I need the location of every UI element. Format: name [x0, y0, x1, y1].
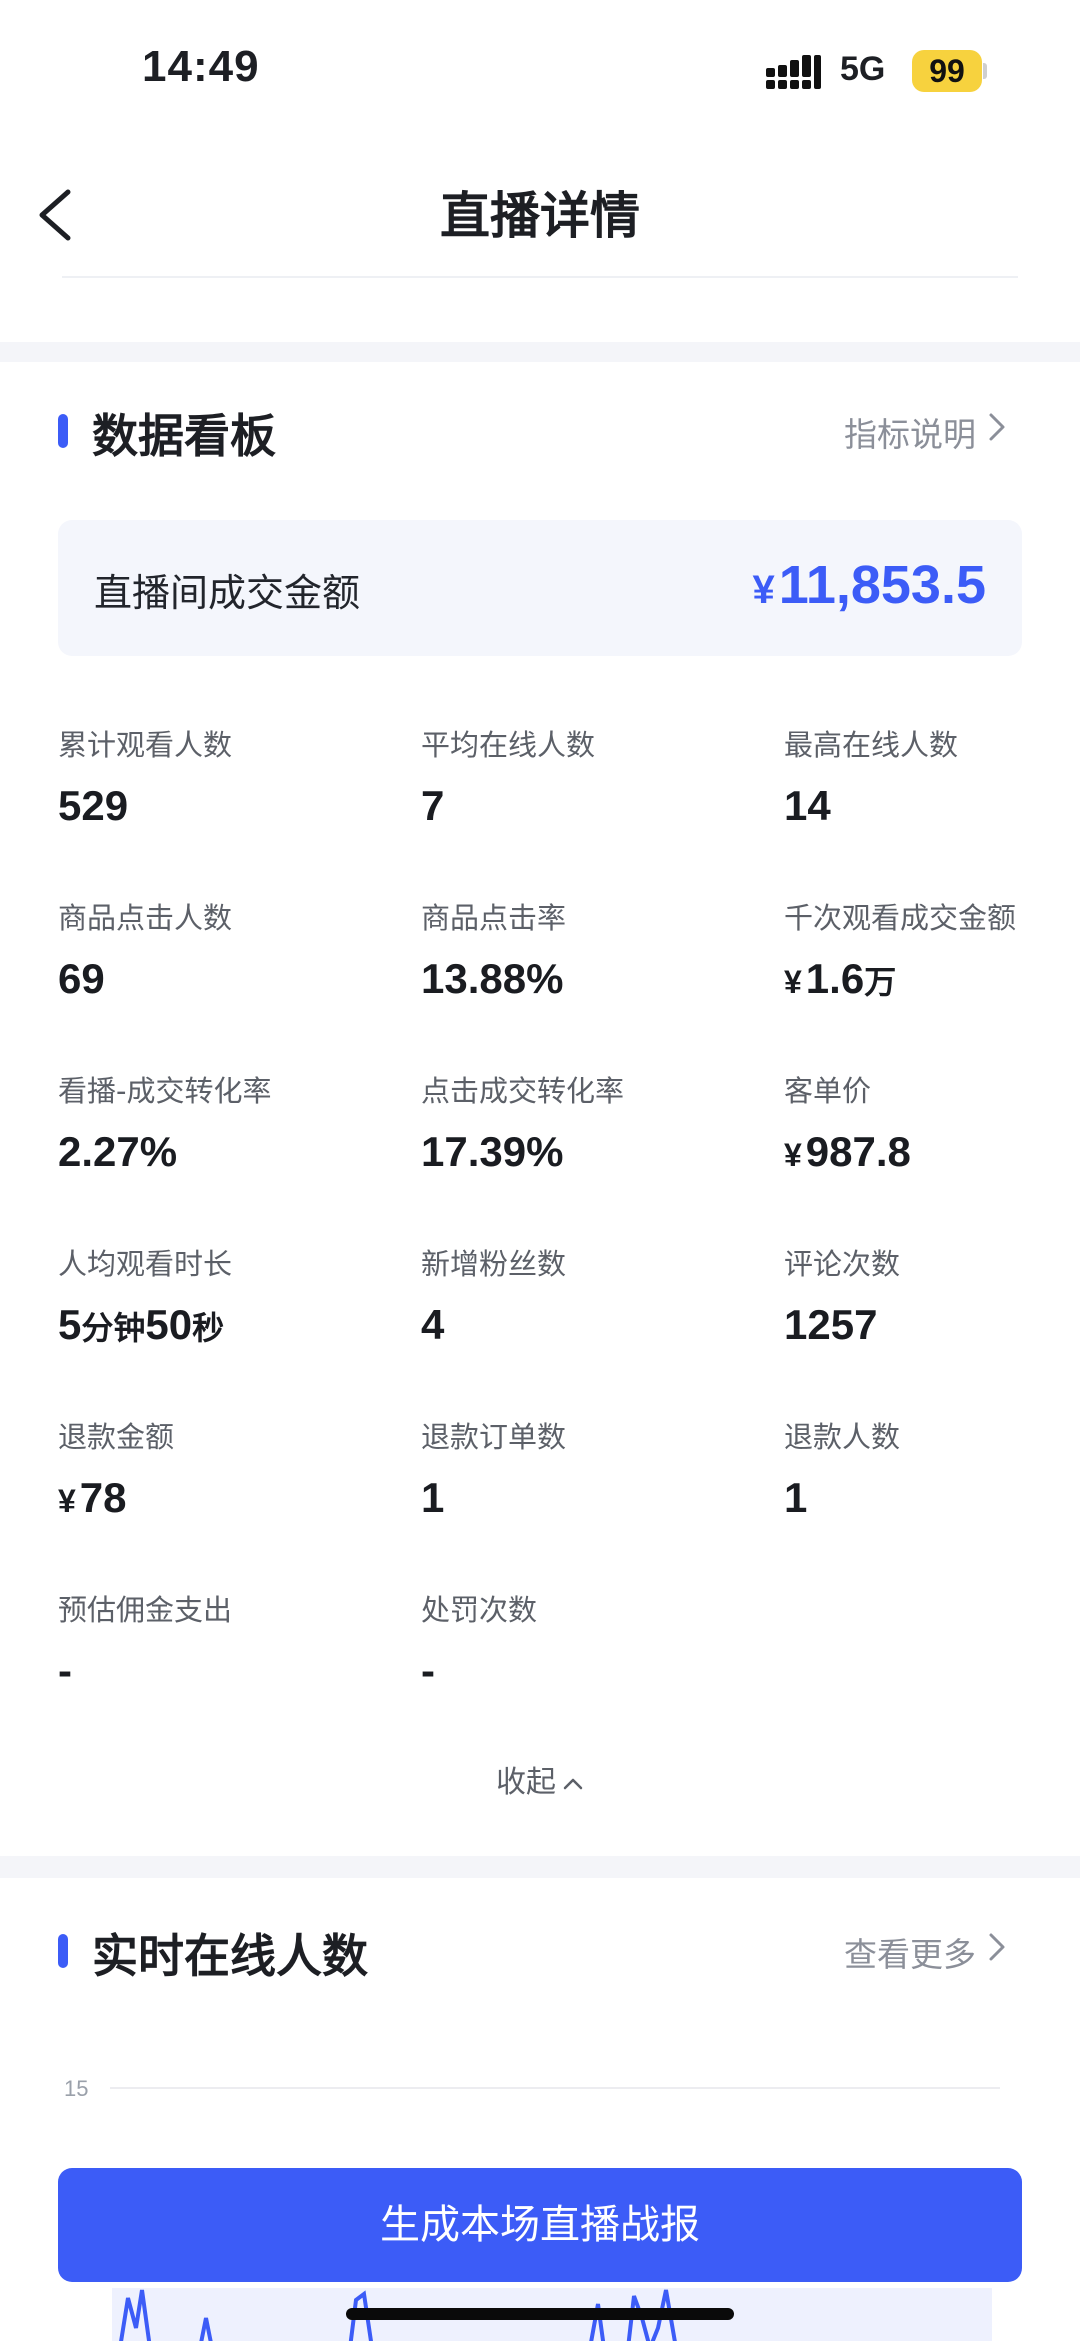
metric-label: 千次观看成交金额	[784, 901, 1017, 935]
nav-bar: 直播详情	[0, 140, 1080, 276]
signal-icon	[766, 55, 821, 89]
metric-value: 69	[58, 955, 105, 1002]
metric-minutes: 5	[58, 1301, 82, 1348]
metric-label: 处罚次数	[421, 1593, 538, 1627]
metric-value: ¥1.6万	[784, 955, 1080, 1003]
metric-value: -	[421, 1647, 435, 1694]
metric-gpm: 千次观看成交金额 ¥1.6万	[784, 895, 1080, 1045]
metric-product-clickers: 商品点击人数 69	[58, 895, 378, 1045]
metric-label: 看播-成交转化率	[58, 1074, 272, 1108]
metric-label: 平均在线人数	[421, 728, 596, 762]
metric-value: 14	[784, 782, 831, 829]
gmv-value: ¥11,853.5	[753, 554, 986, 616]
collapse-label: 收起	[496, 1765, 556, 1800]
section-accent-bar	[58, 414, 68, 448]
metric-value: 17.39%	[421, 1128, 564, 1175]
gmv-amount: 11,853.5	[778, 555, 986, 615]
metric-label: 退款订单数	[421, 1420, 567, 1454]
metric-label: 商品点击率	[421, 901, 567, 935]
metric-value: 13.88%	[421, 955, 564, 1002]
metric-unit: 秒	[192, 1309, 225, 1347]
metric-label: 商品点击人数	[58, 901, 233, 935]
card-remnant	[0, 276, 1080, 342]
metric-est-commission: 预估佣金支出 -	[58, 1587, 378, 1737]
y-tick-label: 15	[64, 2076, 88, 2101]
metric-label: 退款金额	[58, 1420, 175, 1454]
metric-total-viewers: 累计观看人数 529	[58, 722, 378, 872]
metric-label: 评论次数	[784, 1247, 901, 1281]
metric-value: 5分钟50秒	[58, 1301, 378, 1349]
currency-symbol: ¥	[58, 1483, 76, 1519]
metric-refund-users: 退款人数 1	[784, 1414, 1080, 1564]
network-type: 5G	[840, 50, 886, 88]
status-time: 14:49	[142, 42, 260, 91]
metric-peak-online: 最高在线人数 14	[784, 722, 1080, 872]
metric-unit: 分钟	[81, 1309, 146, 1347]
metric-new-followers: 新增粉丝数 4	[421, 1241, 741, 1391]
metric-product-ctr: 商品点击率 13.88%	[421, 895, 741, 1045]
metric-value: 1	[784, 1474, 808, 1521]
metric-comments: 评论次数 1257	[784, 1241, 1080, 1391]
metric-amount: 78	[79, 1474, 127, 1521]
dashboard-panel: 数据看板 指标说明 直播间成交金额 ¥11,853.5 累计观看人数 529 平…	[0, 362, 1080, 1856]
metric-label: 退款人数	[784, 1420, 901, 1454]
metric-label: 预估佣金支出	[58, 1593, 233, 1627]
section-accent-bar	[58, 1934, 68, 1968]
home-indicator	[346, 2308, 734, 2320]
metric-refund-orders: 退款订单数 1	[421, 1414, 741, 1564]
metric-amount: 987.8	[805, 1128, 911, 1175]
battery-tip	[983, 63, 987, 79]
metric-value: 2.27%	[58, 1128, 178, 1175]
metric-value: ¥987.8	[784, 1128, 1080, 1176]
page-title: 直播详情	[440, 187, 640, 245]
metric-click-conversion: 点击成交转化率 17.39%	[421, 1068, 741, 1218]
metric-label: 客单价	[784, 1074, 872, 1108]
metric-label: 点击成交转化率	[421, 1074, 625, 1108]
metric-avg-order-value: 客单价 ¥987.8	[784, 1068, 1080, 1218]
currency-symbol: ¥	[784, 1137, 802, 1173]
chevron-right-icon	[989, 1933, 1005, 1961]
status-bar: 14:49 5G 99	[0, 0, 1080, 140]
view-more-label: 查看更多	[844, 1935, 976, 1974]
metric-value: 7	[421, 782, 445, 829]
generate-report-button[interactable]: 生成本场直播战报	[58, 2168, 1022, 2282]
metric-value: 4	[421, 1301, 445, 1348]
metric-value: 1	[421, 1474, 445, 1521]
battery-indicator: 99	[912, 50, 982, 92]
metric-value: ¥78	[58, 1474, 378, 1522]
metric-value: -	[58, 1647, 72, 1694]
metric-label: 累计观看人数	[58, 728, 233, 762]
dashboard-title: 数据看板	[92, 409, 276, 463]
metric-label: 新增粉丝数	[421, 1247, 567, 1281]
metric-unit: 万	[864, 963, 897, 1001]
chevron-right-icon	[989, 413, 1005, 441]
metric-amount: 1.6	[805, 955, 865, 1002]
gmv-label: 直播间成交金额	[94, 571, 361, 615]
metric-view-conversion: 看播-成交转化率 2.27%	[58, 1068, 378, 1218]
metric-seconds: 50	[145, 1301, 193, 1348]
metric-refund-amount: 退款金额 ¥78	[58, 1414, 378, 1564]
realtime-title: 实时在线人数	[92, 1929, 368, 1983]
chevron-up-icon	[563, 1778, 583, 1789]
gmv-card: 直播间成交金额 ¥11,853.5	[58, 520, 1022, 656]
collapse-button[interactable]: 收起	[0, 1757, 1080, 1801]
metric-avg-watch-time: 人均观看时长 5分钟50秒	[58, 1241, 378, 1391]
metric-penalties: 处罚次数 -	[421, 1587, 741, 1737]
currency-symbol: ¥	[752, 568, 775, 612]
metric-label: 人均观看时长	[58, 1247, 233, 1281]
metric-explain-label: 指标说明	[844, 415, 976, 454]
divider	[62, 276, 1018, 278]
metric-value: 1257	[784, 1301, 878, 1348]
metric-label: 最高在线人数	[784, 728, 959, 762]
metric-avg-online: 平均在线人数 7	[421, 722, 741, 872]
currency-symbol: ¥	[784, 964, 802, 1000]
metric-value: 529	[58, 782, 129, 829]
